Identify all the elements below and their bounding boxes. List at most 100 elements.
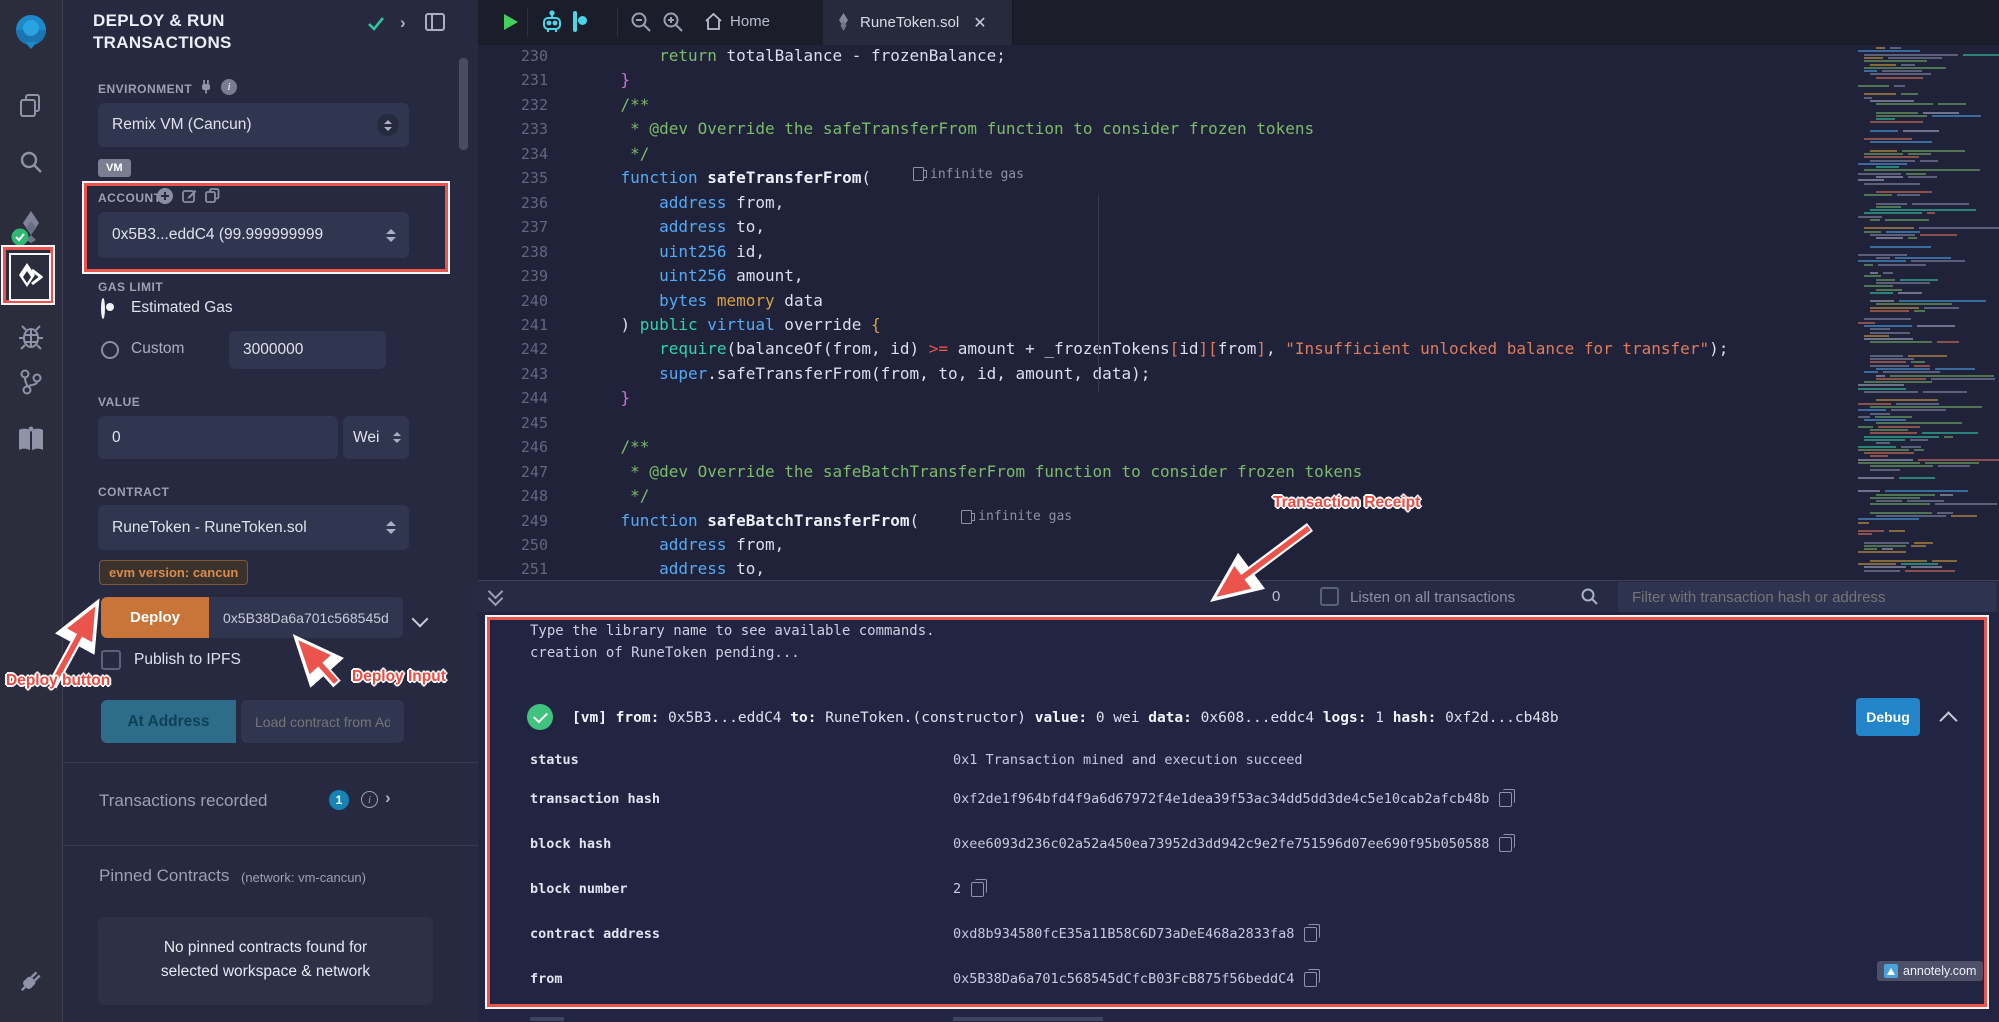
code-line: address to, [582, 215, 765, 239]
receipt-row-value: 0x1 Transaction mined and execution succ… [953, 752, 1303, 768]
line-number: 235 [478, 166, 548, 190]
contract-value: RuneToken - RuneToken.sol [112, 519, 307, 537]
line-number: 243 [478, 362, 548, 386]
account-value: 0x5B3...eddC4 (99.999999999 [112, 226, 323, 244]
account-edit-icon[interactable] [182, 188, 197, 208]
line-number: 251 [478, 557, 548, 580]
code-line: function safeBatchTransferFrom(infinite … [582, 509, 1072, 533]
remix-ide-window: DEPLOY & RUN TRANSACTIONS › ENVIRONMENT … [0, 0, 1999, 1022]
copy-icon[interactable] [1499, 837, 1512, 852]
receipt-row-value: 0xf2de1f964bfd4f9a6d67972f4e1dea39f53ac3… [953, 791, 1512, 807]
account-add-icon[interactable] [157, 188, 173, 209]
code-line: address from, [582, 533, 784, 557]
source-control-icon[interactable] [0, 368, 62, 396]
deploy-expand-chevron-icon[interactable] [412, 611, 429, 628]
copy-icon[interactable] [1304, 927, 1317, 942]
file-explorer-icon[interactable] [0, 92, 62, 120]
value-input[interactable]: 0 [98, 416, 338, 459]
zoom-out-icon[interactable] [630, 11, 652, 38]
at-address-button[interactable]: At Address [101, 700, 236, 743]
value-unit-select[interactable]: Wei [343, 416, 409, 459]
code-line: address to, [582, 557, 765, 580]
code-line: */ [582, 142, 649, 166]
tab-title: RuneToken.sol [860, 14, 959, 31]
remix-logo-icon[interactable] [0, 12, 62, 50]
contract-select[interactable]: RuneToken - RuneToken.sol [98, 505, 409, 550]
at-address-input[interactable] [241, 700, 404, 743]
ai-assistant-robot-icon[interactable] [540, 10, 564, 39]
value-unit-stepper-icon[interactable] [389, 427, 405, 449]
account-select[interactable]: 0x5B3...eddC4 (99.999999999 [98, 212, 409, 258]
transactions-count-badge: 1 [329, 790, 349, 810]
receipt-row-value: 2 [953, 881, 984, 897]
icon-rail [0, 0, 63, 1022]
tab-close-icon[interactable]: ✕ [973, 13, 986, 33]
learn-book-icon[interactable] [0, 426, 62, 454]
infinite-gas-annotation: infinite gas [913, 167, 1024, 182]
code-editor[interactable]: 230 return totalBalance - frozenBalance;… [478, 45, 1999, 580]
code-line: /** [582, 93, 649, 117]
divider [527, 8, 528, 37]
value-unit: Wei [353, 429, 379, 447]
environment-info-icon[interactable]: i [221, 79, 237, 95]
home-tab-icon[interactable] [704, 12, 723, 36]
run-script-play-icon[interactable] [500, 12, 520, 37]
deploy-run-icon[interactable] [9, 253, 51, 301]
tx-summary-line[interactable]: [vm] from: 0x5B3...eddC4 to: RuneToken.(… [572, 710, 1559, 726]
debug-button[interactable]: Debug [1856, 698, 1920, 736]
account-label: ACCOUNT [98, 191, 162, 205]
receipt-annotation-label: Transaction Receipt [1273, 494, 1420, 512]
terminal-line1: Type the library name to see available c… [530, 623, 935, 639]
contract-stepper-icon[interactable] [383, 517, 399, 539]
panel-layout-icon[interactable] [425, 13, 445, 36]
pinned-empty-box: No pinned contracts found for selected w… [98, 917, 433, 1005]
copy-icon[interactable] [1304, 972, 1317, 987]
terminal-search-icon[interactable] [1580, 587, 1599, 611]
transactions-info-icon[interactable]: i [361, 791, 378, 808]
gas-limit-label: GAS LIMIT [98, 280, 163, 294]
panel-forward-icon[interactable]: › [400, 13, 406, 33]
environment-select[interactable]: Remix VM (Cancun) [98, 103, 409, 147]
gas-pump-icon [913, 167, 924, 181]
clipped-row-fragment [953, 1017, 1103, 1021]
line-number: 236 [478, 191, 548, 215]
gas-custom-input[interactable]: 3000000 [229, 331, 386, 369]
listen-all-checkbox[interactable] [1320, 587, 1339, 606]
pinned-empty-line2: selected workspace & network [98, 960, 433, 984]
publish-ipfs-checkbox[interactable] [101, 650, 121, 670]
account-stepper-icon[interactable] [383, 224, 399, 246]
deploy-button[interactable]: Deploy [101, 597, 209, 638]
pinned-network-label: (network: vm-cancun) [241, 870, 366, 885]
copy-icon[interactable] [971, 882, 984, 897]
receipt-row-label: status [530, 752, 579, 768]
environment-stepper-icon[interactable] [377, 114, 399, 136]
copy-icon[interactable] [1499, 792, 1512, 807]
home-tab-label[interactable]: Home [730, 13, 770, 30]
line-number: 239 [478, 264, 548, 288]
receipt-row-value: 0xee6093d236c02a52a450ea73952d3dd942c9e2… [953, 836, 1512, 852]
zoom-in-icon[interactable] [662, 11, 684, 38]
code-line: } [582, 68, 630, 92]
debugger-icon[interactable] [0, 322, 62, 350]
gas-custom-radio[interactable] [101, 341, 119, 359]
line-number: 240 [478, 289, 548, 313]
deploy-constructor-input[interactable] [209, 597, 403, 638]
code-line: bytes memory data [582, 289, 823, 313]
panel-scrollbar-thumb[interactable] [459, 58, 468, 150]
tab-runetoken[interactable]: RuneToken.sol ✕ [823, 0, 1013, 45]
search-icon[interactable] [0, 148, 62, 176]
line-number: 238 [478, 240, 548, 264]
ai-toggle-switch[interactable] [573, 11, 577, 32]
publish-ipfs-label: Publish to IPFS [134, 651, 241, 669]
listen-all-label: Listen on all transactions [1350, 589, 1515, 606]
gas-estimated-radio[interactable] [101, 298, 105, 319]
account-copy-icon[interactable] [205, 188, 220, 208]
filter-transactions-input[interactable] [1618, 582, 1996, 612]
environment-plug-icon[interactable] [199, 79, 213, 99]
code-line: * @dev Override the safeTransferFrom fun… [582, 117, 1314, 141]
annotely-logo-icon [1884, 964, 1898, 978]
plugin-manager-plug-icon[interactable] [0, 966, 62, 996]
editor-minimap[interactable] [1855, 45, 1999, 580]
transactions-expand-chevron[interactable]: › [385, 788, 391, 808]
terminal-expand-icon[interactable] [490, 590, 501, 604]
